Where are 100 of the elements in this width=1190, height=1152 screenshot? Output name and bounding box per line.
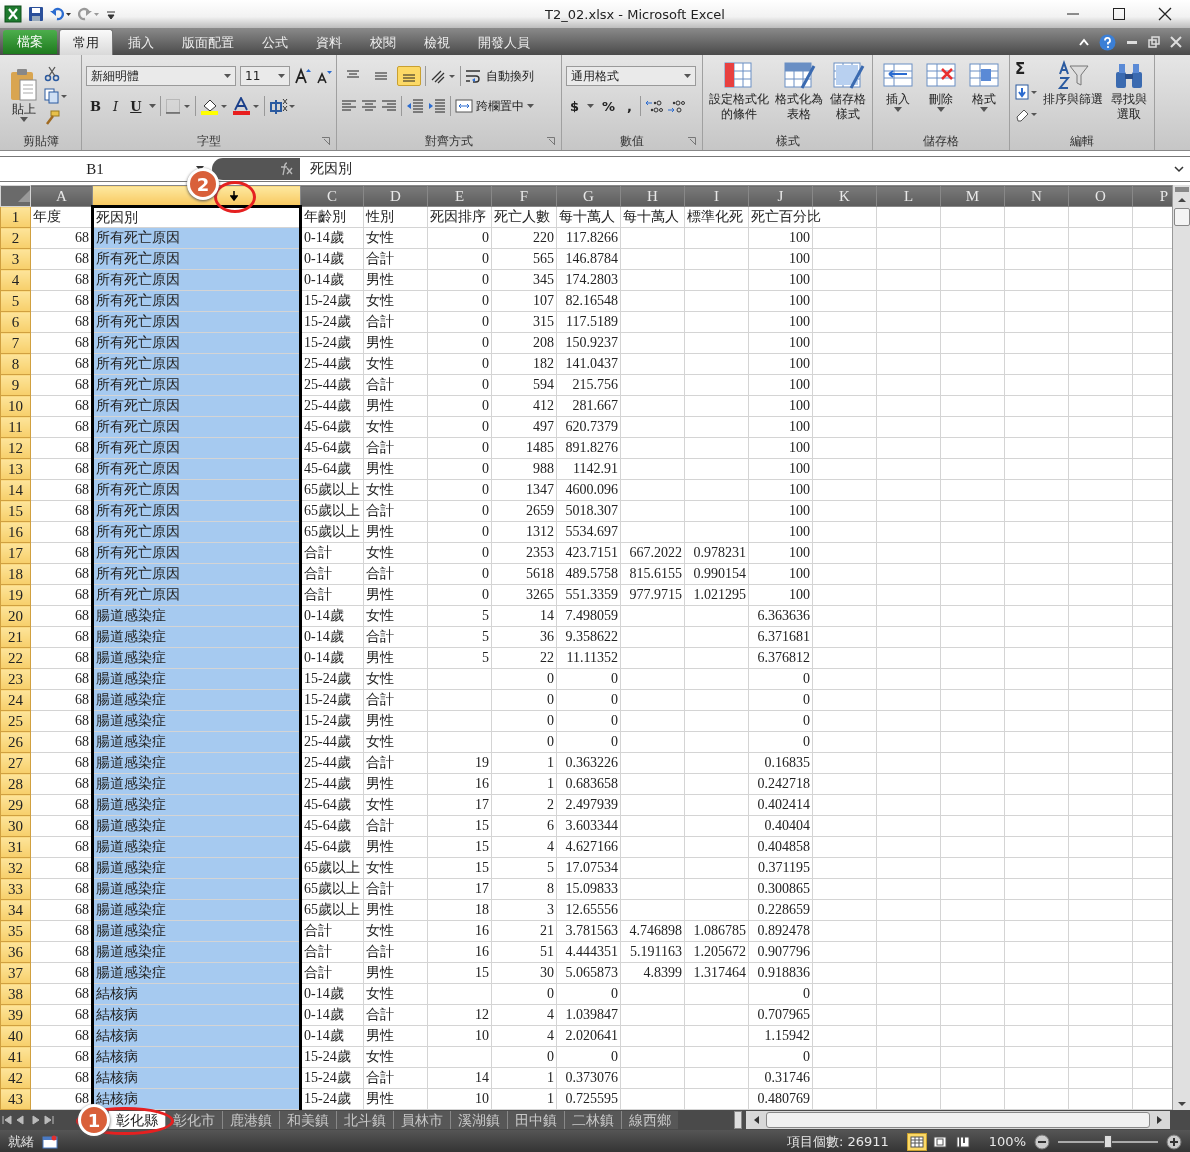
table-cell: 合計 (366, 440, 394, 455)
table-cell: 0-14歲 (304, 272, 344, 287)
table-cell: 0 (482, 566, 489, 581)
table-cell: 25-44歲 (304, 377, 351, 392)
table-cell: 所有死亡原因 (96, 482, 180, 497)
table-cell: 死因排序 (430, 209, 486, 224)
table-cell: 45-64歲 (304, 440, 351, 455)
table-cell: 65歲以上 (304, 860, 360, 875)
table-cell: 6 (547, 818, 554, 833)
table-cell: 150.9237 (565, 335, 618, 350)
table-cell: 所有死亡原因 (96, 272, 180, 287)
table-cell: 合計 (366, 314, 394, 329)
table-cell: 所有死亡原因 (96, 545, 180, 560)
table-cell: 281.667 (572, 398, 618, 413)
table-cell: 女性 (366, 230, 394, 245)
table-cell: 68 (75, 566, 89, 581)
table-cell: 1347 (526, 482, 554, 497)
table-cell: 15-24歲 (304, 1049, 351, 1064)
table-cell: 0.990154 (693, 566, 746, 581)
table-cell: 女性 (366, 923, 394, 938)
table-cell: 所有死亡原因 (96, 503, 180, 518)
table-cell: 合計 (304, 587, 332, 602)
table-cell: 68 (75, 944, 89, 959)
table-cell: 68 (75, 1007, 89, 1022)
table-cell: 5618 (526, 566, 554, 581)
table-cell: 0 (482, 251, 489, 266)
table-cell: 男性 (366, 587, 394, 602)
table-cell: 25-44歲 (304, 356, 351, 371)
table-cell: 82.16548 (565, 293, 618, 308)
table-cell: 男性 (366, 461, 394, 476)
group-label: 儲存格 (923, 132, 959, 150)
table-cell: 0 (482, 293, 489, 308)
table-cell: 0.228659 (757, 902, 810, 917)
table-cell: 所有死亡原因 (96, 419, 180, 434)
table-cell: 0.402414 (757, 797, 810, 812)
table-cell: 65歲以上 (304, 482, 360, 497)
table-cell: 每十萬人 (559, 209, 615, 224)
table-cell: 4.444351 (565, 944, 618, 959)
table-cell: 15-24歲 (304, 1091, 351, 1106)
table-cell: 0 (611, 671, 618, 686)
table-cell: 0.31746 (764, 1070, 810, 1085)
table-cell: 2659 (526, 503, 554, 518)
table-cell: 0 (482, 356, 489, 371)
table-cell: 合計 (366, 1007, 394, 1022)
table-cell: 5 (547, 860, 554, 875)
table-cell: 15.09833 (565, 881, 618, 896)
table-cell: 16 (475, 776, 489, 791)
table-cell: 0.918836 (757, 965, 810, 980)
table-cell: 合計 (366, 377, 394, 392)
table-cell: 所有死亡原因 (96, 461, 180, 476)
table-cell: 100 (789, 314, 810, 329)
table-cell: 0-14歲 (304, 251, 344, 266)
table-cell: 68 (75, 440, 89, 455)
table-cell: 0 (482, 419, 489, 434)
table-cell: 25-44歲 (304, 734, 351, 749)
table-cell: 3 (547, 902, 554, 917)
table-cell: 0-14歲 (304, 629, 344, 644)
table-cell: 100 (789, 293, 810, 308)
table-cell: 年度 (33, 209, 61, 224)
table-cell: 1.039847 (565, 1007, 618, 1022)
table-cell: 620.7379 (565, 419, 618, 434)
table-cell: 117.5189 (566, 314, 618, 329)
table-cell: 0 (482, 272, 489, 287)
table-cell: 0.363226 (565, 755, 618, 770)
table-cell: 15-24歲 (304, 1070, 351, 1085)
table-cell: 0.683658 (565, 776, 618, 791)
table-cell: 0.725595 (565, 1091, 618, 1106)
table-cell: 68 (75, 377, 89, 392)
table-cell: 65歲以上 (304, 881, 360, 896)
table-cell: 68 (75, 629, 89, 644)
table-cell: 68 (75, 902, 89, 917)
table-cell: 68 (75, 965, 89, 980)
table-cell: 合計 (304, 566, 332, 581)
table-cell: 5.191163 (630, 944, 682, 959)
table-cell: 45-64歲 (304, 461, 351, 476)
table-cell: 腸道感染症 (96, 797, 166, 812)
table-cell: 68 (75, 251, 89, 266)
table-cell: 5018.307 (565, 503, 618, 518)
table-cell: 1 (547, 776, 554, 791)
table-cell: 所有死亡原因 (96, 314, 180, 329)
table-cell: 女性 (366, 797, 394, 812)
table-cell: 15 (475, 818, 489, 833)
table-cell: 合計 (304, 965, 332, 980)
table-cell: 412 (533, 398, 554, 413)
table-cell: 男性 (366, 1028, 394, 1043)
table-cell: 合計 (366, 881, 394, 896)
table-cell: 0-14歲 (304, 1007, 344, 1022)
table-cell: 0 (482, 482, 489, 497)
table-cell: 30 (540, 965, 554, 980)
table-cell: 男性 (366, 1091, 394, 1106)
table-cell: 3.603344 (565, 818, 618, 833)
table-cell: 腸道感染症 (96, 818, 166, 833)
table-cell: 667.2022 (629, 545, 682, 560)
table-cell: 68 (75, 713, 89, 728)
table-cell: 腸道感染症 (96, 944, 166, 959)
table-cell: 0 (547, 986, 554, 1001)
table-cell: 17 (475, 881, 489, 896)
table-cell: 所有死亡原因 (96, 251, 180, 266)
table-cell: 6.371681 (757, 629, 810, 644)
table-cell: 68 (75, 230, 89, 245)
